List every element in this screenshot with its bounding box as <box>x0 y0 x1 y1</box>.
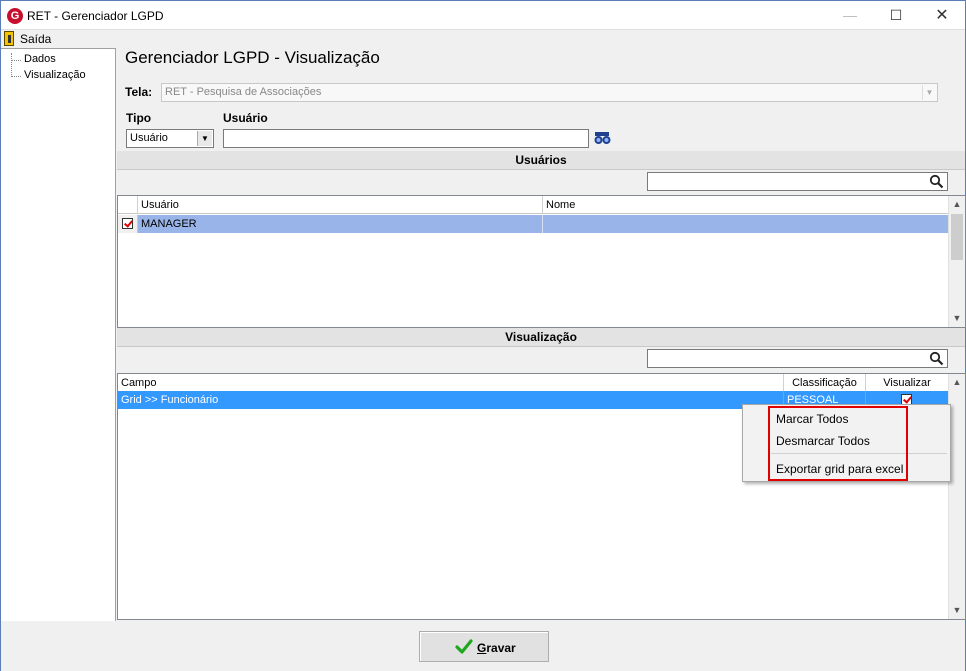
row-checkbox[interactable] <box>122 218 133 229</box>
users-section-header: Usuários <box>117 151 965 170</box>
tela-select-value: RET - Pesquisa de Associações <box>165 86 322 98</box>
tipo-label: Tipo <box>126 111 152 125</box>
app-window: G RET - Gerenciador LGPD — ☐ ✕ Saída Dad… <box>0 0 966 671</box>
scroll-up-icon[interactable]: ▲ <box>949 196 965 213</box>
tela-select: RET - Pesquisa de Associações ▼ <box>161 83 938 102</box>
users-grid-header: Usuário Nome <box>118 196 948 214</box>
tipo-select[interactable]: Usuário ▼ <box>126 129 214 148</box>
navigation-tree: Dados Visualização <box>1 48 116 621</box>
window-title: RET - Gerenciador LGPD <box>27 9 164 23</box>
close-button[interactable]: ✕ <box>919 1 965 30</box>
save-button-label: Gravar <box>477 641 516 655</box>
highlight-annotation <box>768 406 908 481</box>
scroll-thumb[interactable] <box>951 214 963 260</box>
cell-campo: Grid >> Funcionário <box>118 391 784 409</box>
usuario-input[interactable] <box>223 129 589 148</box>
users-col-usuario[interactable]: Usuário <box>138 196 543 214</box>
binoculars-icon[interactable] <box>594 130 611 146</box>
magnifier-icon[interactable] <box>929 174 944 189</box>
usuario-label: Usuário <box>223 111 268 125</box>
tree-item-dados[interactable]: Dados <box>11 53 56 65</box>
app-logo-icon: G <box>7 8 23 24</box>
page-title: Gerenciador LGPD - Visualização <box>125 48 380 67</box>
chevron-down-icon: ▼ <box>922 85 936 100</box>
tipo-select-value: Usuário <box>130 132 168 144</box>
minimize-button[interactable]: — <box>827 1 873 30</box>
scroll-down-icon[interactable]: ▼ <box>949 602 965 619</box>
users-grid-header-check <box>118 196 138 214</box>
users-col-nome[interactable]: Nome <box>543 196 948 214</box>
exit-door-icon[interactable] <box>4 31 14 46</box>
view-section-header: Visualização <box>117 328 965 347</box>
view-col-campo[interactable]: Campo <box>118 374 784 392</box>
table-row[interactable]: MANAGER <box>118 215 948 233</box>
green-check-icon <box>455 639 473 654</box>
save-button[interactable]: Gravar <box>419 631 549 662</box>
row-check-cell[interactable] <box>118 215 138 233</box>
scroll-down-icon[interactable]: ▼ <box>949 310 965 327</box>
menu-exit[interactable]: Saída <box>20 32 51 46</box>
users-search-input[interactable] <box>647 172 948 191</box>
chevron-down-icon[interactable]: ▼ <box>197 131 212 146</box>
title-bar: G RET - Gerenciador LGPD — ☐ ✕ <box>1 1 965 30</box>
cell-usuario: MANAGER <box>138 215 543 233</box>
view-search-input[interactable] <box>647 349 948 368</box>
tela-label: Tela: <box>125 85 153 99</box>
view-col-classificacao[interactable]: Classificação <box>784 374 866 392</box>
users-grid: Usuário Nome MANAGER ▲ ▼ <box>117 195 966 328</box>
users-scrollbar[interactable]: ▲ ▼ <box>948 196 965 327</box>
tree-item-visualizacao[interactable]: Visualização <box>11 69 86 81</box>
view-grid-header: Campo Classificação Visualizar <box>118 374 948 392</box>
magnifier-icon[interactable] <box>929 351 944 366</box>
maximize-button[interactable]: ☐ <box>873 1 919 30</box>
view-col-visualizar[interactable]: Visualizar <box>866 374 948 392</box>
menu-bar: Saída <box>1 30 965 48</box>
scroll-up-icon[interactable]: ▲ <box>949 374 965 391</box>
cell-nome <box>543 215 948 233</box>
